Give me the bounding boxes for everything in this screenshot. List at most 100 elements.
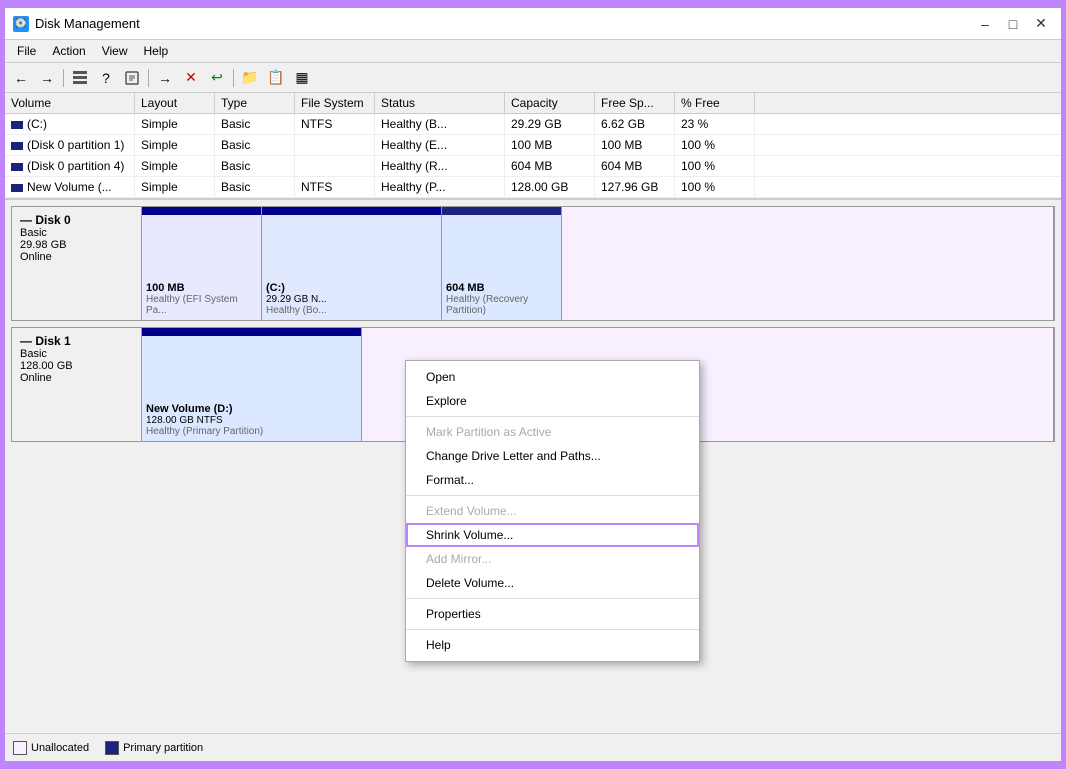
vol-free-3: 127.96 GB [595,177,675,197]
table-row[interactable]: (C:) Simple Basic NTFS Healthy (B... 29.… [5,114,1061,135]
ctx-shrink[interactable]: Shrink Volume... [406,523,699,547]
disk-view-area: — Disk 0 Basic 29.98 GB Online 100 MB He… [5,200,1061,733]
vol-name-1: (Disk 0 partition 1) [27,138,124,152]
disk-0-size: 29.98 GB [20,239,133,251]
vol-fs-2 [295,156,375,176]
vol-layout-0: Simple [135,114,215,134]
disk-0-recovery-partition[interactable]: 604 MB Healthy (Recovery Partition) [442,207,562,320]
disk-0-c-partition[interactable]: (C:) 29.29 GB N... Healthy (Bo... [262,207,442,320]
col-header-freesp: Free Sp... [595,93,675,113]
menu-view[interactable]: View [94,42,136,60]
volume-table: Volume Layout Type File System Status Ca… [5,93,1061,200]
vol-layout-2: Simple [135,156,215,176]
app-icon: 💽 [13,16,29,32]
disk-0-partitions: 100 MB Healthy (EFI System Pa... (C:) 29… [142,207,1054,320]
col-header-capacity: Capacity [505,93,595,113]
vol-name-0: (C:) [27,117,47,131]
ctx-explore[interactable]: Explore [406,389,699,413]
vol-fs-1 [295,135,375,155]
ctx-mark-active: Mark Partition as Active [406,420,699,444]
vol-status-2: Healthy (R... [375,156,505,176]
menu-action[interactable]: Action [44,42,93,60]
help-button[interactable]: ? [94,67,118,89]
efi-partition-size: 100 MB [146,282,257,294]
vol-pct-3: 100 % [675,177,755,197]
back-button[interactable]: ← [9,67,33,89]
vol-capacity-2: 604 MB [505,156,595,176]
folder-button[interactable]: 📁 [238,67,262,89]
delete-button[interactable]: ✕ [179,67,203,89]
disk-0-name: — Disk 0 [20,213,133,227]
disk-0-efi-partition[interactable]: 100 MB Healthy (EFI System Pa... [142,207,262,320]
c-partition-size: 29.29 GB N... [266,294,437,305]
ctx-change-letter[interactable]: Change Drive Letter and Paths... [406,444,699,468]
vol-capacity-3: 128.00 GB [505,177,595,197]
vol-name-3: New Volume (... [27,180,112,194]
disk-1-d-partition[interactable]: New Volume (D:) 128.00 GB NTFS Healthy (… [142,328,362,441]
refresh-button[interactable]: ↩ [205,67,229,89]
d-partition-status: Healthy (Primary Partition) [146,426,357,437]
vol-type-2: Basic [215,156,295,176]
disk-1-status: Online [20,372,133,384]
menu-bar: File Action View Help [5,40,1061,63]
vol-pct-1: 100 % [675,135,755,155]
recovery-partition-status: Healthy (Recovery Partition) [446,294,557,316]
grid-button[interactable]: ▦ [290,67,314,89]
vol-type-0: Basic [215,114,295,134]
unallocated-color-box [13,741,27,755]
disk-1-type: Basic [20,348,133,360]
disk-0-label: — Disk 0 Basic 29.98 GB Online [12,207,142,320]
vol-status-3: Healthy (P... [375,177,505,197]
menu-help[interactable]: Help [136,42,177,60]
minimize-button[interactable]: – [973,14,997,34]
close-button[interactable]: ✕ [1029,14,1053,34]
vol-free-1: 100 MB [595,135,675,155]
vol-capacity-1: 100 MB [505,135,595,155]
ctx-sep-3 [406,598,699,599]
table-row[interactable]: (Disk 0 partition 4) Simple Basic Health… [5,156,1061,177]
vol-free-2: 604 MB [595,156,675,176]
ctx-format[interactable]: Format... [406,468,699,492]
disk-0-unalloc [562,207,1054,320]
vol-pct-2: 100 % [675,156,755,176]
ctx-open[interactable]: Open [406,365,699,389]
ctx-properties[interactable]: Properties [406,602,699,626]
primary-label: Primary partition [123,742,203,754]
table-row[interactable]: (Disk 0 partition 1) Simple Basic Health… [5,135,1061,156]
d-partition-size: 128.00 GB NTFS [146,415,357,426]
title-bar: 💽 Disk Management – □ ✕ [5,8,1061,40]
menu-file[interactable]: File [9,42,44,60]
properties-button[interactable] [120,67,144,89]
efi-partition-status: Healthy (EFI System Pa... [146,294,257,316]
recovery-partition-size: 604 MB [446,282,557,294]
col-header-layout: Layout [135,93,215,113]
col-header-status: Status [375,93,505,113]
vol-free-0: 6.62 GB [595,114,675,134]
ctx-sep-4 [406,629,699,630]
disk-1-name: — Disk 1 [20,334,133,348]
vol-layout-1: Simple [135,135,215,155]
d-partition-label: New Volume (D:) [146,403,357,415]
vol-fs-0: NTFS [295,114,375,134]
c-partition-status: Healthy (Bo... [266,305,437,316]
vol-status-0: Healthy (B... [375,114,505,134]
ctx-delete[interactable]: Delete Volume... [406,571,699,595]
list-view-button[interactable] [68,67,92,89]
vol-capacity-0: 29.29 GB [505,114,595,134]
vol-layout-3: Simple [135,177,215,197]
vol-type-1: Basic [215,135,295,155]
main-window: 💽 Disk Management – □ ✕ File Action View… [3,6,1063,763]
legend-primary: Primary partition [105,741,203,755]
col-header-volume: Volume [5,93,135,113]
vol-fs-3: NTFS [295,177,375,197]
disk-0-row: — Disk 0 Basic 29.98 GB Online 100 MB He… [11,206,1055,321]
ctx-extend: Extend Volume... [406,499,699,523]
disk-0-status: Online [20,251,133,263]
clipboard-button[interactable]: 📋 [264,67,288,89]
maximize-button[interactable]: □ [1001,14,1025,34]
arrow-button[interactable]: → [153,67,177,89]
table-row[interactable]: New Volume (... Simple Basic NTFS Health… [5,177,1061,198]
disk-1-label: — Disk 1 Basic 128.00 GB Online [12,328,142,441]
forward-button[interactable]: → [35,67,59,89]
ctx-help[interactable]: Help [406,633,699,657]
